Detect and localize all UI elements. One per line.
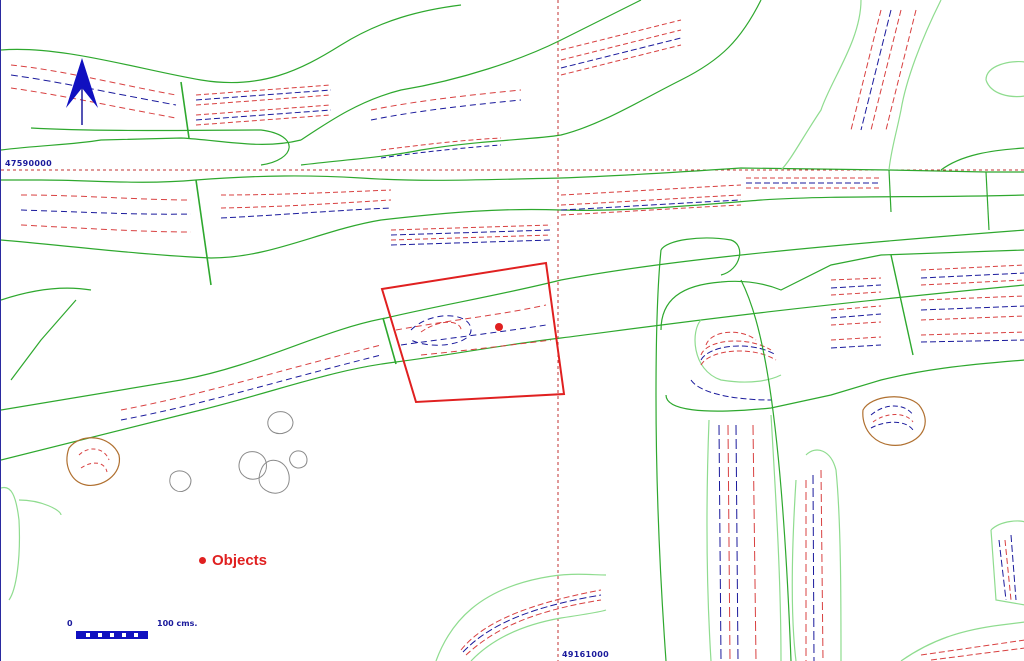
channel-left-edge	[1, 486, 62, 601]
selection-area[interactable]	[380, 261, 566, 404]
scale-start-label: 0	[67, 619, 73, 628]
channel-right-hook	[655, 237, 1024, 661]
coordinate-label-northing: 47590000	[5, 159, 52, 168]
north-arrow-icon	[66, 58, 98, 125]
legend-dot-icon	[199, 557, 206, 564]
scale-end-label: 100 cms.	[157, 619, 198, 628]
coordinate-label-easting: 49161000	[562, 650, 609, 659]
channel-bottom-middle	[435, 573, 607, 661]
map-canvas[interactable]: 47590000 49161000 Objects 0 100 cms.	[0, 0, 1024, 661]
channel-middle-diagonal	[1, 229, 1024, 461]
channel-vertical-bottom	[706, 414, 842, 661]
scale-bar-graphic	[76, 631, 148, 639]
map-drawing[interactable]	[1, 0, 1024, 661]
channel-bottom-right	[900, 520, 1024, 661]
channel-top-left	[1, 4, 462, 166]
channel-top-middle	[300, 0, 762, 166]
legend: Objects	[199, 552, 267, 569]
channel-top-right	[780, 0, 1024, 171]
legend-label-objects: Objects	[212, 552, 268, 569]
object-marker[interactable]	[495, 323, 503, 331]
